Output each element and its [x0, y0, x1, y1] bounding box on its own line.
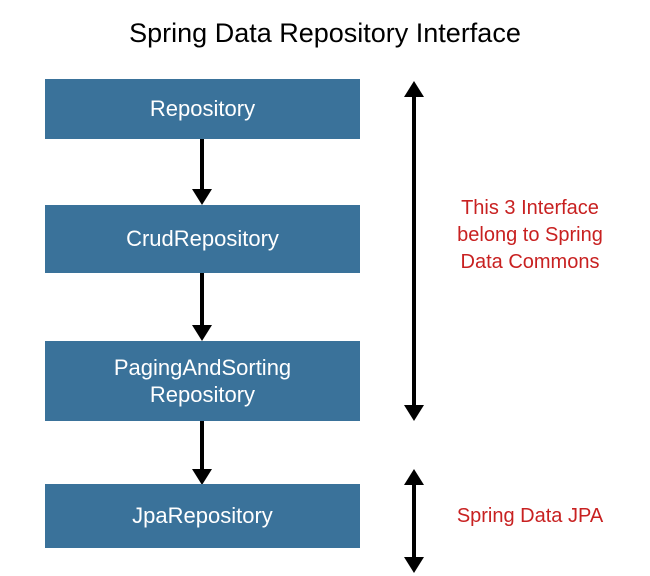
range-bar-jpa [412, 483, 416, 559]
range-bar-jpa-arrow-down-icon [404, 557, 424, 573]
range-bar-commons-arrow-up-icon [404, 81, 424, 97]
box-pagingandsorting-repository-label: PagingAndSortingRepository [114, 354, 291, 409]
connector-2 [200, 273, 204, 327]
range-bar-commons [412, 95, 416, 407]
diagram-area: Repository CrudRepository PagingAndSorti… [0, 59, 650, 569]
box-jparepository-label: JpaRepository [132, 502, 273, 530]
box-repository: Repository [45, 79, 360, 139]
note-commons: This 3 Interface belong to Spring Data C… [440, 195, 620, 276]
range-bar-jpa-arrow-up-icon [404, 469, 424, 485]
box-crudrepository-label: CrudRepository [126, 225, 279, 253]
arrowhead-1 [192, 189, 212, 205]
box-jparepository: JpaRepository [45, 484, 360, 548]
box-pagingandsorting-repository: PagingAndSortingRepository [45, 341, 360, 421]
range-bar-commons-arrow-down-icon [404, 405, 424, 421]
connector-1 [200, 139, 204, 191]
diagram-title: Spring Data Repository Interface [0, 0, 650, 59]
connector-3 [200, 421, 204, 471]
arrowhead-3 [192, 469, 212, 485]
box-repository-label: Repository [150, 95, 255, 123]
note-jpa: Spring Data JPA [440, 503, 620, 530]
arrowhead-2 [192, 325, 212, 341]
box-crudrepository: CrudRepository [45, 205, 360, 273]
